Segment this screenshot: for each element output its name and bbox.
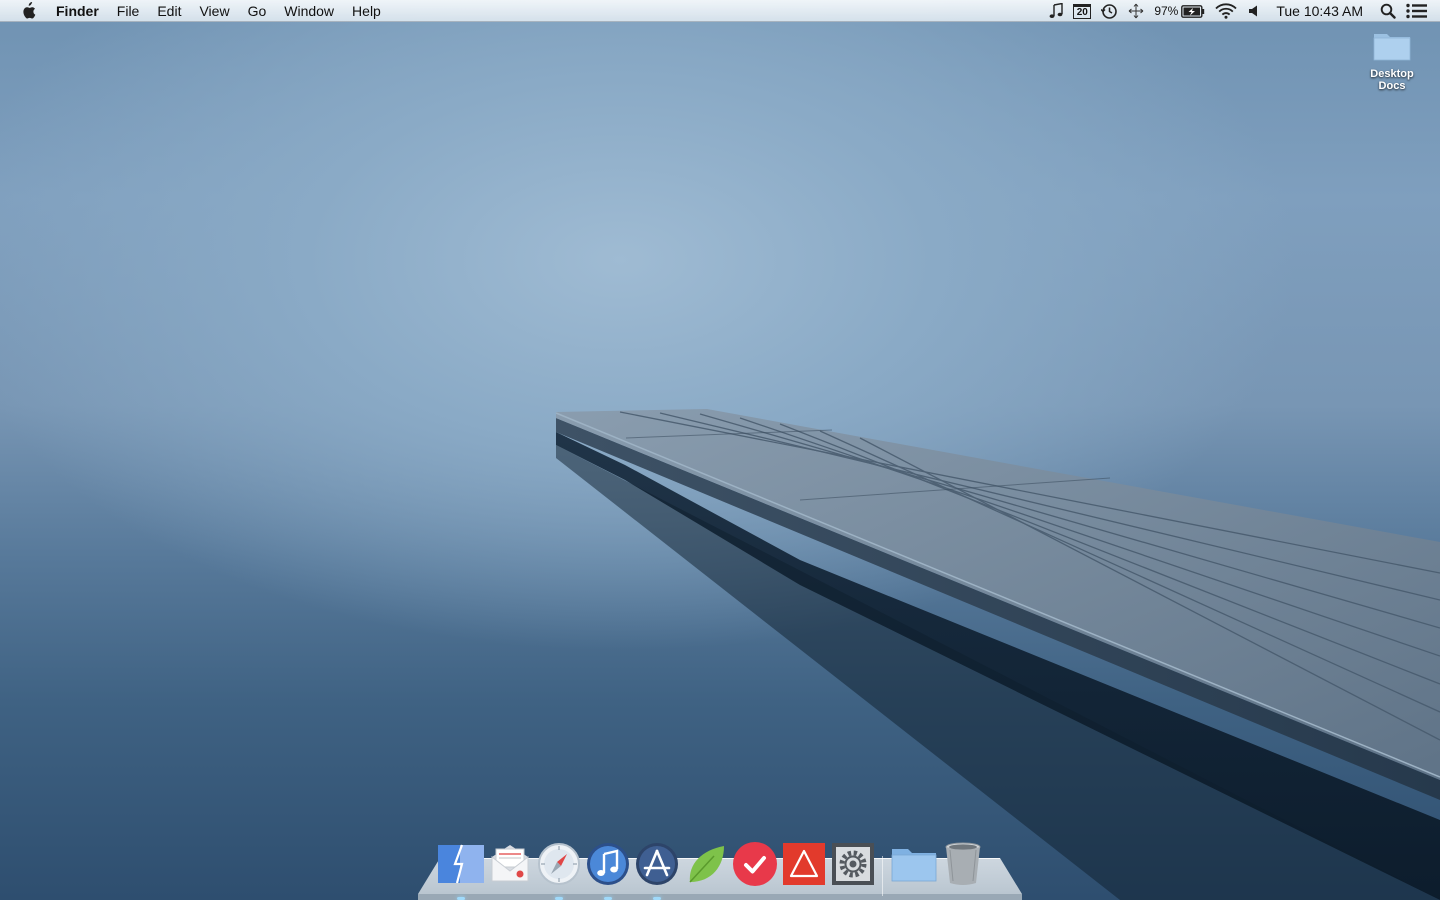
gear-icon bbox=[831, 843, 874, 885]
wifi-icon[interactable] bbox=[1210, 0, 1242, 22]
dock-safari[interactable] bbox=[534, 838, 583, 900]
time-machine-icon[interactable] bbox=[1096, 0, 1123, 22]
dock-itunes[interactable] bbox=[583, 838, 632, 900]
battery-status[interactable]: 97% bbox=[1149, 0, 1210, 22]
menu-clock[interactable]: Tue 10:43 AM bbox=[1266, 0, 1375, 22]
leaf-icon bbox=[688, 846, 724, 883]
move-arrows-icon[interactable] bbox=[1123, 0, 1149, 22]
menu-go[interactable]: Go bbox=[239, 0, 276, 22]
volume-icon[interactable] bbox=[1242, 0, 1266, 22]
status-area: 20 97% Tue 10:43 AM bbox=[1044, 0, 1440, 22]
desktop-wallpaper bbox=[0, 0, 1440, 900]
safari-compass-icon bbox=[537, 843, 580, 885]
dock-system-preferences[interactable] bbox=[828, 838, 877, 890]
dock-app-store[interactable] bbox=[632, 838, 681, 900]
folder-icon bbox=[1372, 30, 1412, 62]
dock-red-triangle-app[interactable] bbox=[779, 838, 828, 890]
dock-mail[interactable] bbox=[485, 838, 534, 890]
finder-icon bbox=[437, 844, 484, 884]
dock-separator bbox=[877, 838, 889, 896]
battery-icon bbox=[1181, 4, 1205, 18]
dock-documents-folder[interactable] bbox=[889, 838, 938, 890]
calendar-icon[interactable]: 20 bbox=[1068, 0, 1096, 22]
app-store-icon bbox=[635, 843, 678, 885]
dock bbox=[436, 838, 987, 900]
desktop-folder-label: Desktop Docs bbox=[1370, 68, 1414, 92]
mail-icon bbox=[491, 845, 528, 882]
checkmark-icon bbox=[732, 842, 777, 886]
calendar-date: 20 bbox=[1073, 3, 1092, 19]
notification-center-icon[interactable] bbox=[1401, 0, 1440, 22]
desktop-folder-item[interactable]: Desktop Docs bbox=[1359, 30, 1425, 92]
menu-view[interactable]: View bbox=[190, 0, 238, 22]
dock-todo-app[interactable] bbox=[730, 838, 779, 890]
spotlight-search-icon[interactable] bbox=[1375, 0, 1401, 22]
folder-icon bbox=[891, 849, 936, 882]
pier-illustration bbox=[555, 409, 1440, 900]
menu-window[interactable]: Window bbox=[275, 0, 343, 22]
dock-finder[interactable] bbox=[436, 838, 485, 900]
warning-triangle-icon bbox=[782, 843, 825, 885]
music-note-icon[interactable] bbox=[1044, 0, 1068, 22]
menu-app-name[interactable]: Finder bbox=[53, 0, 108, 22]
menu-file[interactable]: File bbox=[108, 0, 149, 22]
itunes-icon bbox=[586, 843, 629, 885]
trash-icon bbox=[945, 842, 980, 885]
dock-trash[interactable] bbox=[938, 838, 987, 890]
menu-help[interactable]: Help bbox=[343, 0, 390, 22]
dock-leaf-app[interactable] bbox=[681, 838, 730, 890]
battery-percent: 97% bbox=[1154, 4, 1179, 18]
menu-bar: Finder File Edit View Go Window Help 20 bbox=[0, 0, 1440, 22]
apple-menu-icon[interactable] bbox=[17, 0, 39, 22]
menu-edit[interactable]: Edit bbox=[148, 0, 190, 22]
